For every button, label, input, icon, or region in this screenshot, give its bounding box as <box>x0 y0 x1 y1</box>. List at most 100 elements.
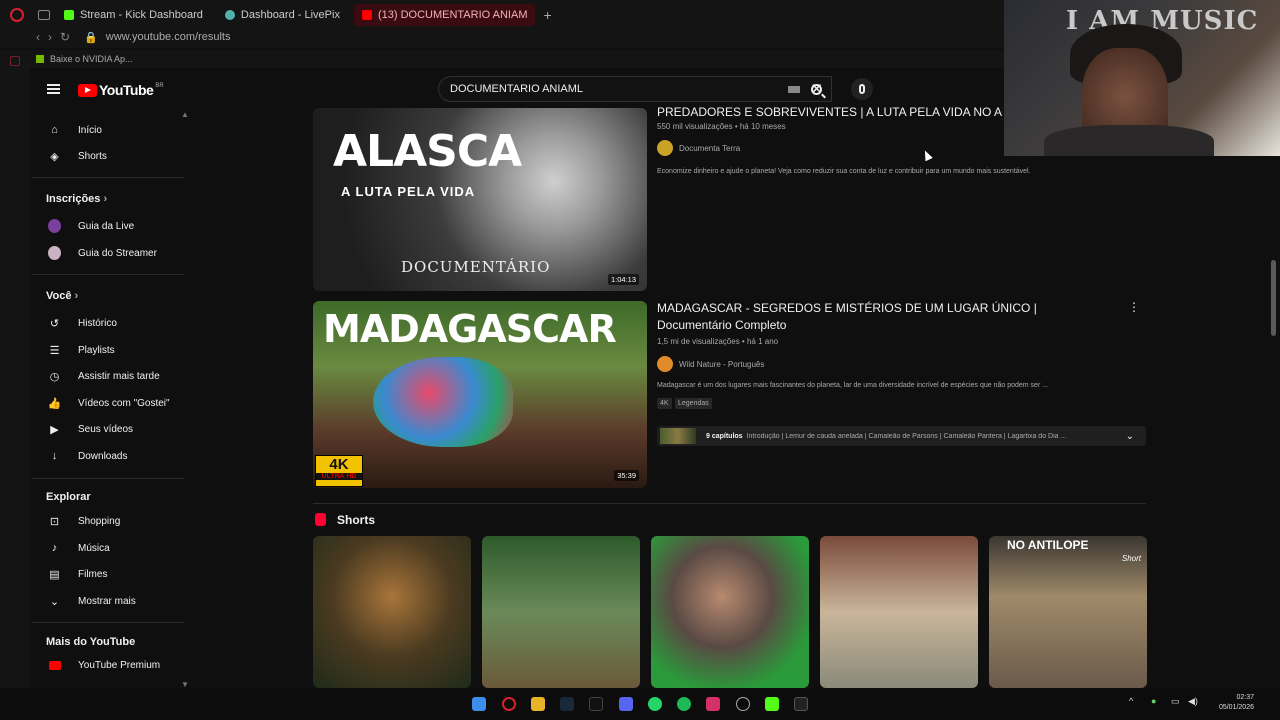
4k-ultra-hd-badge: 4K ULTRA HD <box>315 455 363 487</box>
avatar <box>48 219 61 233</box>
short-card[interactable] <box>482 536 640 688</box>
youtube-play-icon <box>78 83 97 97</box>
discord-icon[interactable] <box>619 697 633 711</box>
steam-icon[interactable] <box>560 697 574 711</box>
sidebar-item-guia-do-streamer[interactable]: Guia do Streamer <box>30 241 182 265</box>
download-icon: ↓ <box>51 450 58 462</box>
page-scrollbar[interactable] <box>1271 260 1276 336</box>
sidebar-item-history[interactable]: ↺ Histórico <box>30 311 182 335</box>
sidebar-item-shopping[interactable]: ⊡ Shopping <box>30 509 182 533</box>
kick-taskbar-icon[interactable] <box>765 697 779 711</box>
tab-livepix-dashboard[interactable]: Dashboard - LivePix <box>217 4 348 26</box>
livepix-icon <box>224 10 235 20</box>
search-box[interactable]: DOCUMENTARIO ANIAML ✕ <box>438 76 832 102</box>
sidebar-item-youtube-premium[interactable]: YouTube Premium <box>30 653 182 677</box>
sidebar-item-guia-da-live[interactable]: Guia da Live <box>30 214 182 238</box>
sidebar-item-shorts[interactable]: ◈ Shorts <box>30 144 182 168</box>
windows-taskbar <box>0 688 1280 720</box>
avatar <box>48 246 61 260</box>
new-tab-button[interactable]: + <box>543 7 551 23</box>
more-options-icon[interactable]: ⋮ <box>1128 300 1140 314</box>
webcam-overlay: I AM MUSIC <box>1004 0 1280 156</box>
voice-search-button[interactable] <box>851 78 873 100</box>
url-field[interactable]: www.youtube.com/results <box>106 31 231 43</box>
sidebar-item-show-more[interactable]: ⌄ Mostrar mais <box>30 589 182 613</box>
video-thumbnail[interactable]: MADAGASCAR 4K ULTRA HD 35:39 <box>313 301 647 488</box>
chameleon-image <box>373 357 513 447</box>
sidebar-item-downloads[interactable]: ↓ Downloads <box>30 444 182 468</box>
video-title[interactable]: MADAGASCAR - SEGREDOS E MISTÉRIOS DE UM … <box>657 300 1107 334</box>
chapter-thumbnail <box>660 428 696 444</box>
tray-overflow-icon[interactable]: ^ <box>1129 696 1133 706</box>
nav-buttons[interactable]: ‹›↻ <box>36 30 78 44</box>
video-description: Economize dinheiro e ajude o planeta! Ve… <box>657 168 1031 175</box>
channel-name: Wild Nature - Português <box>679 359 765 369</box>
explore-header: Explorar <box>46 491 91 503</box>
sidebar-item-label: Vídeos com "Gostei" <box>78 397 170 409</box>
webcam-shirt <box>1044 125 1214 156</box>
menu-icon[interactable] <box>47 84 60 94</box>
spotify-icon[interactable] <box>677 697 691 711</box>
channel-link[interactable]: Wild Nature - Português <box>657 356 764 372</box>
tab-label: Stream - Kick Dashboard <box>80 9 203 21</box>
sidebar-item-home[interactable]: ⌂ Início <box>30 118 182 142</box>
sidebar: ⌂ Início ◈ Shorts Inscrições › Guia da L… <box>30 110 190 688</box>
lock-icon: 🔒 <box>84 31 98 44</box>
search-icon <box>810 83 822 95</box>
channel-avatar <box>657 140 673 156</box>
obs-icon[interactable] <box>736 697 750 711</box>
opera-sidebar-icon[interactable] <box>10 56 20 66</box>
sidebar-item-label: Assistir mais tarde <box>78 370 160 382</box>
whatsapp-icon[interactable] <box>648 697 662 711</box>
sidebar-item-watch-later[interactable]: ◷ Assistir mais tarde <box>30 364 182 388</box>
sidebar-item-music[interactable]: ♪ Música <box>30 536 182 560</box>
short-card[interactable]: NO ANTILOPE Short <box>989 536 1147 688</box>
thumbnail-title: ALASCA <box>333 126 522 177</box>
music-icon: ♪ <box>51 542 58 554</box>
sidebar-item-playlists[interactable]: ☰ Playlists <box>30 338 182 362</box>
short-card[interactable] <box>313 536 471 688</box>
sidebar-item-your-videos[interactable]: ▶ Seus vídeos <box>30 417 182 441</box>
chevron-down-icon[interactable]: ⌄ <box>1126 431 1134 442</box>
file-explorer-icon[interactable] <box>531 697 545 711</box>
chapters-row[interactable]: 9 capítulos Introdução | Lemur de cauda … <box>657 426 1146 446</box>
youtube-logo[interactable]: YouTube BR <box>78 82 164 98</box>
short-card[interactable] <box>820 536 978 688</box>
opera-icon[interactable] <box>502 697 516 711</box>
channel-link[interactable]: Documenta Terra <box>657 140 740 156</box>
volume-icon[interactable]: ◀) <box>1188 696 1198 707</box>
you-header[interactable]: Você › <box>46 290 78 302</box>
search-button[interactable] <box>802 76 830 102</box>
badge-text: 4K <box>329 456 349 473</box>
keyboard-icon[interactable] <box>788 85 801 93</box>
chevron-down-icon: ⌄ <box>49 595 60 608</box>
playlist-icon: ☰ <box>49 344 60 357</box>
sidebar-item-label: Música <box>78 542 110 554</box>
epic-games-icon[interactable] <box>794 697 808 711</box>
sidebar-item-films[interactable]: ▤ Filmes <box>30 562 182 586</box>
tab-kick-dashboard[interactable]: Stream - Kick Dashboard <box>56 4 211 26</box>
windows-start-icon[interactable] <box>472 697 486 711</box>
video-title[interactable]: PREDADORES E SOBREVIVENTES | A LUTA PELA… <box>657 104 1003 121</box>
tiktok-icon[interactable] <box>589 697 603 711</box>
microphone-tray-icon[interactable]: ● <box>1151 696 1156 706</box>
search-input[interactable]: DOCUMENTARIO ANIAML <box>450 83 788 95</box>
instagram-icon[interactable] <box>706 697 720 711</box>
short-card[interactable] <box>651 536 809 688</box>
tab-youtube-results[interactable]: (13) DOCUMENTARIO ANIAM <box>353 4 536 26</box>
sidebar-divider <box>32 478 184 479</box>
taskbar-clock[interactable]: 02:37 05/01/2026 <box>1206 693 1254 713</box>
workspaces-icon[interactable] <box>38 10 50 20</box>
like-icon: 👍 <box>47 397 62 410</box>
sidebar-item-liked-videos[interactable]: 👍 Vídeos com "Gostei" <box>30 391 182 415</box>
opera-logo-icon[interactable] <box>10 8 24 22</box>
sidebar-item-label: Filmes <box>78 568 108 580</box>
short-overlay-text: NO ANTILOPE <box>1007 538 1089 552</box>
network-icon[interactable]: ▭ <box>1171 696 1180 707</box>
thumbnail-subtitle: A LUTA PELA VIDA <box>341 184 476 199</box>
subscriptions-header[interactable]: Inscrições › <box>46 193 107 205</box>
clock-date: 05/01/2026 <box>1218 704 1254 711</box>
video-thumbnail[interactable]: ALASCA A LUTA PELA VIDA DOCUMENTÁRIO 1:0… <box>313 108 647 291</box>
sidebar-scroll-up[interactable]: ▲ <box>181 110 189 119</box>
bookmark-nvidia[interactable]: Baixe o NVIDIA Ap... <box>50 54 133 64</box>
